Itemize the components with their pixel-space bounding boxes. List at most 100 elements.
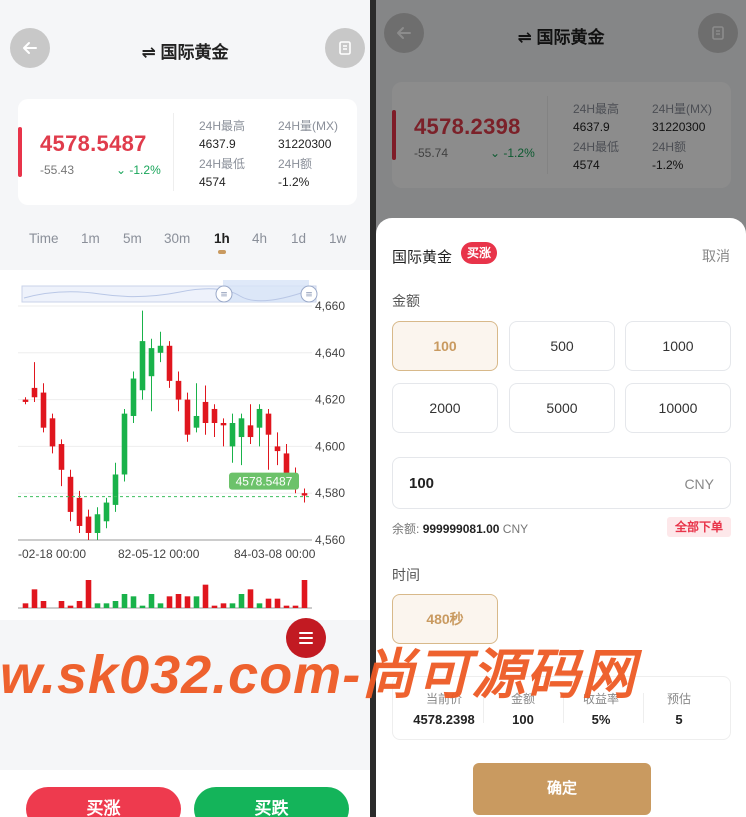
low-value: 4574 [199,175,226,189]
swap-icon: ⇌ [141,43,161,62]
volume-bar [112,601,119,608]
candle-body [193,415,200,428]
amount-option-5000[interactable]: 5000 [509,383,615,433]
volume-bar [103,603,110,608]
candle-body [247,425,254,438]
volume-bar [229,603,236,608]
volume-bar [40,601,47,608]
tab-1d[interactable]: 1d [291,231,306,246]
current-price: 4578.5487 [40,131,147,156]
page-title: ⇌ 国际黄金 [141,43,229,62]
watermark-text: w.sk032.com-尚可源码网 [0,645,637,705]
time-section-label: 时间 [392,567,420,583]
candle-body [139,341,146,391]
candle-body [40,392,47,428]
volume-bar [202,584,209,608]
volume-bar [247,589,254,608]
amount-input[interactable]: 100 CNY [392,457,731,509]
candle-body [112,474,119,505]
tab-time[interactable]: Time [29,231,59,246]
candle-body [265,413,272,435]
volume-bar [265,598,272,608]
volume-bar [139,605,146,608]
interval-tabs: Time 1m 5m 30m 1h 4h 1d 1w [0,228,370,258]
candle-body [274,446,281,452]
candle-body [58,444,65,470]
tab-1w[interactable]: 1w [329,231,346,246]
candle-body [148,348,155,377]
document-icon [339,41,351,55]
volume-bar [193,596,200,608]
amount-section-label: 金额 [392,293,420,309]
amount-option-10000[interactable]: 10000 [625,383,731,433]
high-value: 4637.9 [199,137,236,151]
candle-body [175,380,182,400]
amount-option-100[interactable]: 100 [392,321,498,371]
buy-up-button[interactable]: 买涨 [26,787,181,817]
amount-option-2000[interactable]: 2000 [392,383,498,433]
buy-down-button[interactable]: 买跌 [194,787,349,817]
volume-bar [148,594,155,608]
candle-body [301,493,308,496]
amount-option-500[interactable]: 500 [509,321,615,371]
cancel-button[interactable]: 取消 [702,246,730,266]
volume-bar [94,603,101,608]
candle-body [121,413,128,475]
balance-value: 999999081.00 [422,522,500,536]
sheet-title: 国际黄金 [392,249,453,266]
volume-bar [22,603,29,608]
navigator-window[interactable] [223,280,309,302]
volume-bar [166,596,173,608]
volume-bar [220,603,227,608]
volume-bar [76,601,83,608]
bottom-action-bar: 买涨 买跌 [0,770,370,817]
high-label: 24H最高 [199,119,246,133]
tab-1h[interactable]: 1h [214,231,230,246]
candle-body [229,423,236,447]
tab-1m[interactable]: 1m [81,231,100,246]
last-price-label: 4578.5487 [236,475,293,489]
volume-bar [31,589,38,608]
volume-label: 24H量(MX) [278,119,339,133]
drag-handle-icon: ≡ [220,290,228,300]
amount-option-1000[interactable]: 1000 [625,321,731,371]
volume-bar [184,596,191,608]
volume-bar [85,580,92,608]
candle-body [22,399,29,402]
tab-30m[interactable]: 30m [164,231,190,246]
balance-currency: CNY [502,522,529,536]
amount-input-value[interactable]: 100 [409,475,434,492]
candle-body [67,476,74,512]
volume-bar [58,601,65,608]
candle-body [103,502,110,522]
volume-value: 31220300 [278,137,332,151]
candle-body [76,497,83,526]
y-tick-label: 4,640 [315,346,345,360]
divider [173,113,174,191]
candle-body [202,401,209,423]
candlestick-chart[interactable]: ≡ ≡ 4,660 4,640 4,620 4,600 4,580 4,560 -02-1… [0,270,370,620]
tab-4h[interactable]: 4h [252,231,267,246]
volume-bar [256,603,263,608]
confirm-button[interactable]: 确定 [473,763,651,815]
candle-body [130,378,137,416]
currency-label: CNY [684,476,714,492]
all-in-button[interactable]: 全部下单 [666,517,731,537]
chevron-down-icon: ⌄ [116,163,130,177]
active-tab-indicator [218,250,226,254]
candle-body [211,408,218,423]
x-tick-label: 82-05-12 00:00 [118,547,200,561]
volume-bar [274,598,281,608]
volume-bar [121,594,128,608]
direction-badge: 买涨 [461,242,498,264]
tab-5m[interactable]: 5m [123,231,142,246]
drag-handle-icon: ≡ [305,290,313,300]
y-tick-label: 4,620 [315,393,345,407]
candle-body [220,423,227,426]
candle-body [85,516,92,533]
price-stats-card: 4578.5487 -55.43 ⌄ -1.2% 24H最高 4637.9 24… [18,99,357,205]
orders-button[interactable] [325,28,365,68]
y-tick-label: 4,660 [315,299,345,313]
order-sheet: 国际黄金 买涨 取消 金额 100 500 1000 2000 5000 100… [376,218,746,817]
x-tick-label: -02-18 00:00 [18,547,86,561]
